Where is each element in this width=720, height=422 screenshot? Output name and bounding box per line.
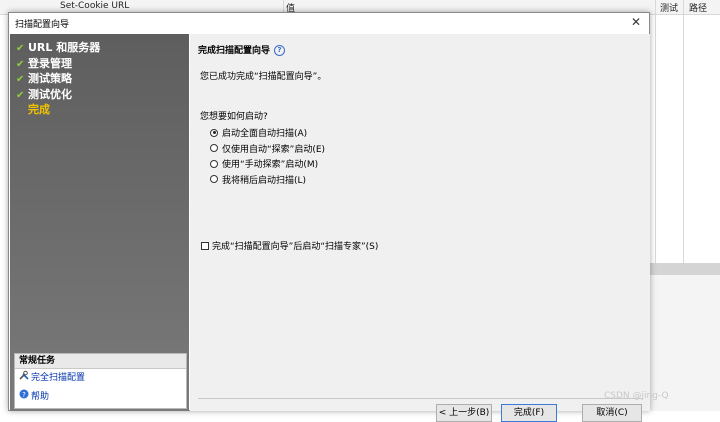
task-help-label: 帮助 <box>31 392 50 402</box>
start-option-radio[interactable]: 仅使用自动“探索”启动(E) <box>210 143 325 159</box>
svg-text:?: ? <box>22 391 26 399</box>
tools-icon <box>19 369 31 388</box>
help-icon: ? <box>19 388 31 407</box>
back-button[interactable]: < 上一步(B) <box>436 404 492 422</box>
common-tasks-header: 常规任务 <box>15 354 186 369</box>
question-mark-icon[interactable]: ? <box>274 45 286 56</box>
start-option-radio[interactable]: 我将稍后启动扫描(L) <box>210 174 325 190</box>
checkbox-label: 完成“扫描配置向导”后启动“扫描专家”(S) <box>212 242 379 252</box>
dialog-title: 扫描配置向导 <box>15 20 70 30</box>
checkbox-box[interactable] <box>201 241 209 250</box>
button-separator <box>198 398 642 399</box>
common-tasks-panel: 常规任务 完全扫描配置 ? 帮助 <box>14 353 187 409</box>
checkmark-icon: ✔ <box>16 43 25 54</box>
wizard-step[interactable]: ✔ 测试优化 <box>16 87 100 103</box>
scan-config-wizard-dialog: 扫描配置向导 ✕ ✔URL 和服务器✔登录管理✔测试策略✔测试优化✔完成 常规任… <box>8 12 650 422</box>
wizard-steps: ✔URL 和服务器✔登录管理✔测试策略✔测试优化✔完成 <box>16 40 100 118</box>
start-scan-expert-checkbox[interactable]: 完成“扫描配置向导”后启动“扫描专家”(S) <box>201 239 378 252</box>
wizard-step-label: 登录管理 <box>28 56 72 70</box>
column-path[interactable]: 路径 <box>689 1 707 14</box>
close-button[interactable]: ✕ <box>629 15 643 29</box>
start-option-label: 使用“手动探索”启动(M) <box>222 160 319 170</box>
task-full-scan-config[interactable]: 完全扫描配置 <box>15 369 186 388</box>
wizard-step-label: URL 和服务器 <box>28 41 101 54</box>
task-full-scan-config-label: 完全扫描配置 <box>31 373 86 383</box>
start-option-radio[interactable]: 启动全面自动扫描(A) <box>210 127 325 143</box>
start-option-label: 启动全面自动扫描(A) <box>222 129 308 139</box>
panel-splitter[interactable] <box>648 263 720 275</box>
watermark: CSDN @jing-Q <box>604 391 669 401</box>
wizard-content: 完成扫描配置向导? 您已成功完成“扫描配置向导”。 您想要如何启动? 启动全面自… <box>190 34 650 422</box>
wizard-step-label: 测试策略 <box>28 72 72 85</box>
column-divider <box>683 0 684 263</box>
checkmark-icon: ✔ <box>16 89 25 101</box>
dialog-titlebar[interactable]: 扫描配置向导 ✕ <box>9 13 649 33</box>
wizard-sidebar: ✔URL 和服务器✔登录管理✔测试策略✔测试优化✔完成 常规任务 完全扫描配置 … <box>10 34 189 411</box>
wizard-step[interactable]: ✔ 测试策略 <box>16 71 100 87</box>
wizard-step-label: 测试优化 <box>28 87 72 101</box>
finish-button[interactable]: 完成(F) <box>501 404 557 422</box>
wizard-step-label: 完成 <box>28 103 50 116</box>
column-divider <box>655 0 656 263</box>
start-option-radio[interactable]: 使用“手动探索”启动(M) <box>210 158 325 174</box>
wizard-step[interactable]: ✔ URL 和服务器 <box>16 40 100 56</box>
cancel-button[interactable]: 取消(C) <box>582 404 642 422</box>
start-option-label: 仅使用自动“探索”启动(E) <box>222 144 326 155</box>
radio-button[interactable] <box>210 159 218 168</box>
content-title-text: 完成扫描配置向导 <box>198 46 271 56</box>
start-option-label: 我将稍后启动扫描(L) <box>222 175 307 186</box>
radio-button[interactable] <box>210 128 218 137</box>
wizard-step[interactable]: ✔ 登录管理 <box>16 56 100 72</box>
wizard-step[interactable]: ✔完成 <box>16 102 100 118</box>
content-title: 完成扫描配置向导? <box>198 43 286 56</box>
column-set-cookie-url[interactable]: Set-Cookie URL <box>60 1 129 11</box>
column-test[interactable]: 测试 <box>660 1 678 14</box>
completion-message: 您已成功完成“扫描配置向导”。 <box>200 72 327 82</box>
checkmark-icon: ✔ <box>16 74 25 85</box>
checkmark-icon: ✔ <box>16 58 25 70</box>
task-help[interactable]: ? 帮助 <box>15 388 186 407</box>
radio-button[interactable] <box>210 175 218 183</box>
start-question: 您想要如何启动? <box>200 112 268 122</box>
start-options: 启动全面自动扫描(A) 仅使用自动“探索”启动(E) 使用“手动探索”启动(M) 我将… <box>210 127 325 189</box>
radio-button[interactable] <box>210 144 218 152</box>
